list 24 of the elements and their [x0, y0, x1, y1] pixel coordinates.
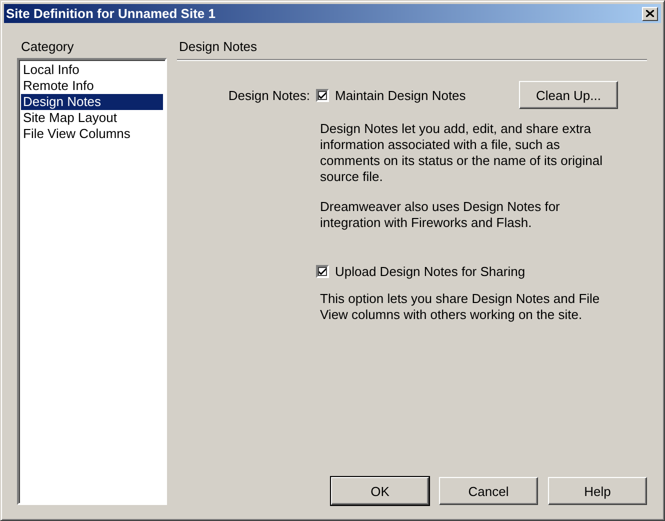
- category-item[interactable]: File View Columns: [21, 126, 163, 142]
- category-label: Category: [20, 39, 75, 56]
- close-button[interactable]: [642, 6, 658, 20]
- category-item[interactable]: Remote Info: [21, 78, 163, 94]
- close-icon: [646, 10, 654, 17]
- description-text: Dreamweaver also uses Design Notes for integration with Fireworks and Flash.: [319, 199, 561, 231]
- category-item[interactable]: Site Map Layout: [21, 110, 163, 126]
- dialog-button[interactable]: Cancel: [439, 477, 538, 505]
- dialog-button[interactable]: OK: [331, 477, 429, 505]
- clean-up-button[interactable]: Clean Up...: [519, 81, 618, 109]
- field-label: Design Notes:: [227, 88, 311, 102]
- dialog-button[interactable]: Help: [548, 477, 647, 505]
- checkbox-label[interactable]: Maintain Design Notes: [335, 88, 466, 102]
- check-icon: [319, 92, 326, 98]
- upload-description: This option lets you share Design Notes and File View columns with others working on the site.: [319, 291, 601, 323]
- check-icon: [319, 268, 326, 275]
- checkbox[interactable]: [316, 265, 329, 278]
- checkbox-label[interactable]: Upload Design Notes for Sharing: [335, 264, 526, 279]
- category-item[interactable]: Design Notes: [21, 94, 163, 110]
- description-text: Design Notes let you add, edit, and share extra information associated with a file, such as comments on its status or the name of its original source file.: [319, 121, 604, 185]
- checkbox[interactable]: [316, 88, 329, 102]
- section-heading: Design Notes: [177, 39, 647, 60]
- category-item[interactable]: Local Info: [21, 62, 163, 78]
- window-title: Site Definition for Unnamed Site 1: [6, 6, 216, 21]
